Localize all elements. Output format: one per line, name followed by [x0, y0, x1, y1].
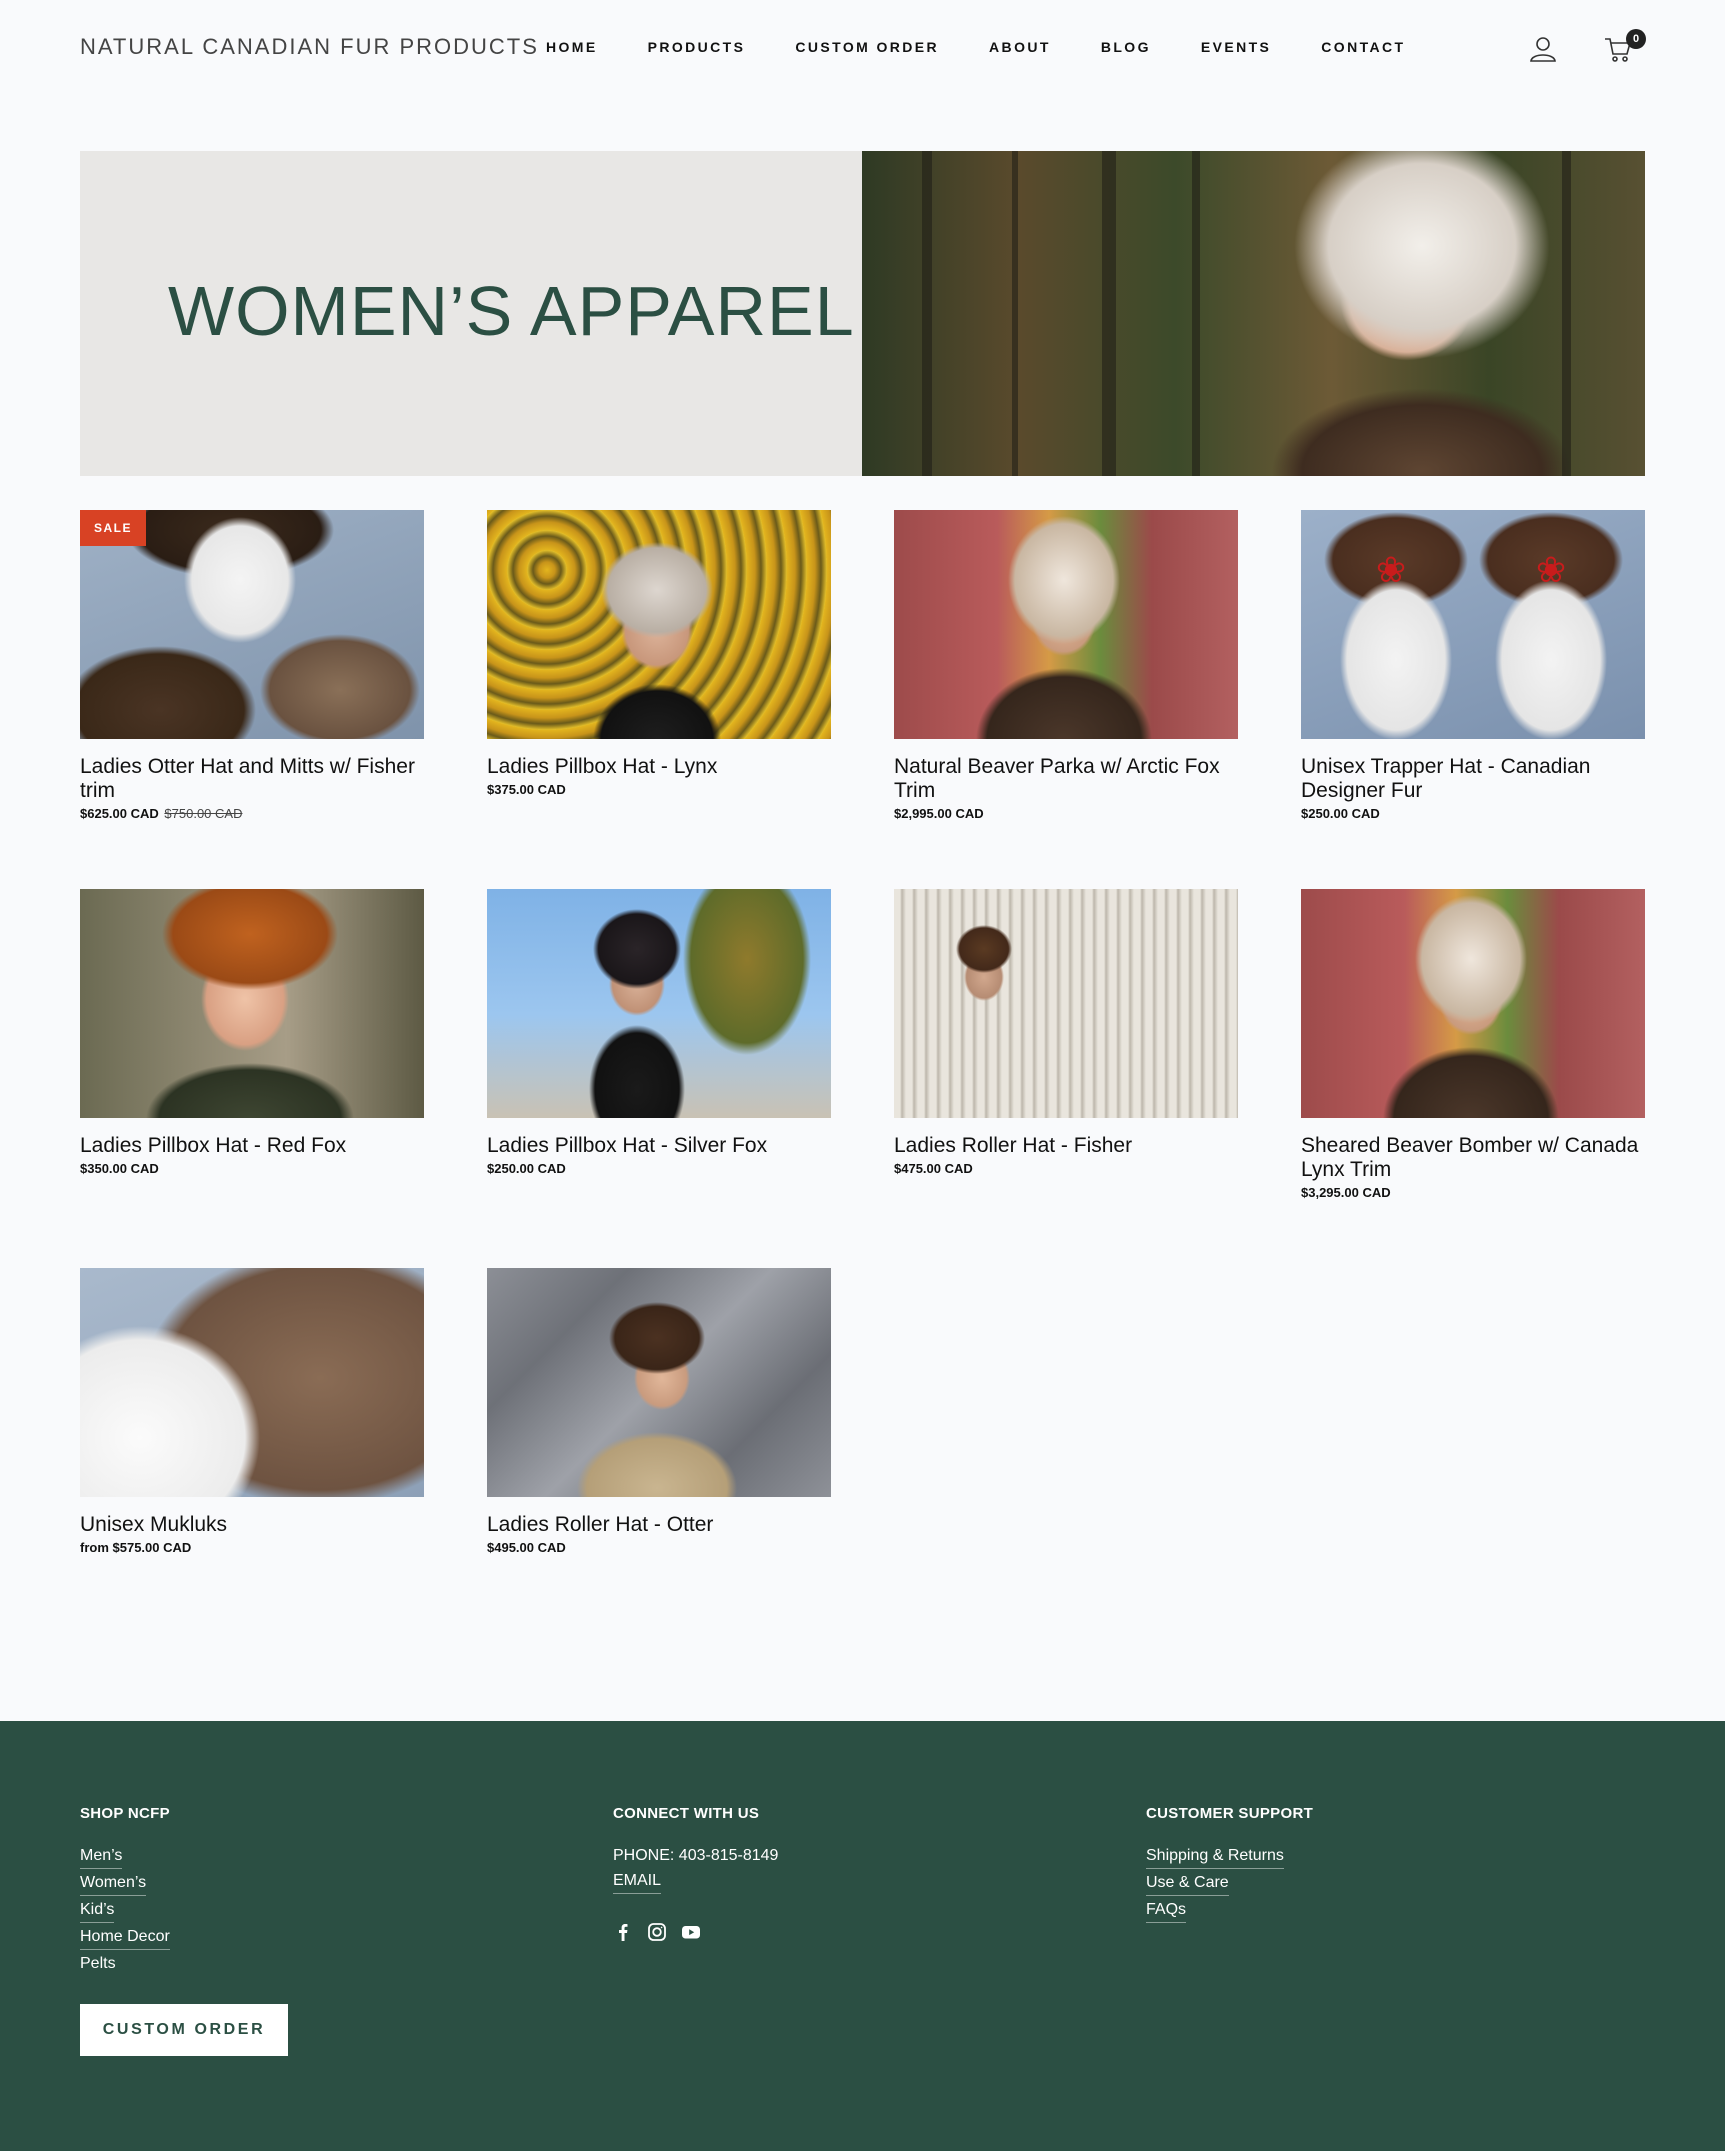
- footer-email-link[interactable]: EMAIL: [613, 1868, 662, 1894]
- collection-title: WOMEN’S APPAREL: [168, 272, 855, 350]
- product-price: $375.00 CAD: [487, 782, 566, 797]
- product-card[interactable]: Ladies Roller Hat - Fisher $475.00 CAD: [894, 889, 1238, 1176]
- product-price: $3,295.00 CAD: [1301, 1185, 1391, 1200]
- footer-link-mens[interactable]: Men’s: [80, 1843, 123, 1869]
- product-name[interactable]: Unisex Mukluks: [80, 1513, 424, 1537]
- product-card[interactable]: SALE Ladies Otter Hat and Mitts w/ Fishe…: [80, 510, 424, 821]
- product-name[interactable]: Ladies Otter Hat and Mitts w/ Fisher tri…: [80, 755, 424, 803]
- product-price: $350.00 CAD: [80, 1161, 159, 1176]
- cart-count-badge: 0: [1626, 29, 1646, 49]
- product-image[interactable]: [894, 510, 1238, 739]
- product-card[interactable]: Unisex Mukluks from $575.00 CAD: [80, 1268, 424, 1555]
- footer-link-home-decor[interactable]: Home Decor: [80, 1924, 170, 1950]
- maple-leaf-icon: ❀: [1375, 549, 1407, 590]
- product-name[interactable]: Unisex Trapper Hat - Canadian Designer F…: [1301, 755, 1645, 803]
- product-price: $625.00 CAD $750.00 CAD: [80, 806, 424, 821]
- footer-phone[interactable]: PHONE: 403-815-8149: [613, 1843, 778, 1868]
- footer-link-womens[interactable]: Women’s: [80, 1870, 147, 1896]
- product-image[interactable]: [487, 510, 831, 739]
- sale-price: $625.00 CAD: [80, 806, 159, 821]
- product-name[interactable]: Sheared Beaver Bomber w/ Canada Lynx Tri…: [1301, 1134, 1645, 1182]
- sale-badge: SALE: [80, 510, 147, 546]
- product-card[interactable]: Ladies Roller Hat - Otter $495.00 CAD: [487, 1268, 831, 1555]
- nav-contact[interactable]: CONTACT: [1321, 39, 1405, 55]
- footer-heading: CUSTOMER SUPPORT: [1146, 1805, 1314, 1822]
- instagram-icon[interactable]: [647, 1922, 667, 1942]
- product-card[interactable]: Ladies Pillbox Hat - Lynx $375.00 CAD: [487, 510, 831, 797]
- account-icon[interactable]: [1528, 34, 1558, 64]
- nav-products[interactable]: PRODUCTS: [648, 39, 746, 55]
- collection-banner: WOMEN’S APPAREL: [80, 151, 1645, 476]
- product-card[interactable]: Ladies Pillbox Hat - Red Fox $350.00 CAD: [80, 889, 424, 1176]
- product-card[interactable]: ❀ ❀ Unisex Trapper Hat - Canadian Design…: [1301, 510, 1645, 821]
- nav-events[interactable]: EVENTS: [1201, 39, 1271, 55]
- nav-blog[interactable]: BLOG: [1101, 39, 1151, 55]
- footer-link-faqs[interactable]: FAQs: [1146, 1897, 1187, 1923]
- product-price: $250.00 CAD: [1301, 806, 1380, 821]
- banner-photo: [862, 151, 1645, 476]
- product-price: $250.00 CAD: [487, 1161, 566, 1176]
- footer-link-kids[interactable]: Kid’s: [80, 1897, 115, 1923]
- product-image[interactable]: [487, 889, 831, 1118]
- site-header: NATURAL CANADIAN FUR PRODUCTS HOME PRODU…: [0, 0, 1725, 96]
- product-name[interactable]: Ladies Pillbox Hat - Lynx: [487, 755, 831, 779]
- footer-heading: SHOP NCFP: [80, 1805, 170, 1822]
- footer-link-shipping-returns[interactable]: Shipping & Returns: [1146, 1843, 1284, 1869]
- product-image[interactable]: [894, 889, 1238, 1118]
- product-image[interactable]: [1301, 889, 1645, 1118]
- product-price: $2,995.00 CAD: [894, 806, 984, 821]
- product-image[interactable]: [80, 889, 424, 1118]
- footer-shop-column: SHOP NCFP Men’s Women’s Kid’s Home Decor…: [80, 1805, 170, 1977]
- nav-about[interactable]: ABOUT: [989, 39, 1051, 55]
- footer-heading: CONNECT WITH US: [613, 1805, 760, 1822]
- product-name[interactable]: Natural Beaver Parka w/ Arctic Fox Trim: [894, 755, 1238, 803]
- product-price: $495.00 CAD: [487, 1540, 566, 1555]
- product-image[interactable]: [80, 1268, 424, 1497]
- product-image[interactable]: SALE: [80, 510, 424, 739]
- footer-link-pelts[interactable]: Pelts: [80, 1951, 116, 1976]
- product-price: from $575.00 CAD: [80, 1540, 192, 1555]
- nav-custom-order[interactable]: CUSTOM ORDER: [795, 39, 939, 55]
- product-name[interactable]: Ladies Pillbox Hat - Silver Fox: [487, 1134, 831, 1158]
- product-price: $475.00 CAD: [894, 1161, 973, 1176]
- social-links: [613, 1922, 778, 1942]
- product-card[interactable]: Natural Beaver Parka w/ Arctic Fox Trim …: [894, 510, 1238, 821]
- product-name[interactable]: Ladies Roller Hat - Fisher: [894, 1134, 1238, 1158]
- footer-connect-column: CONNECT WITH US PHONE: 403-815-8149 EMAI…: [613, 1805, 778, 1942]
- product-card[interactable]: Sheared Beaver Bomber w/ Canada Lynx Tri…: [1301, 889, 1645, 1200]
- maple-leaf-icon: ❀: [1535, 549, 1567, 590]
- product-image[interactable]: ❀ ❀: [1301, 510, 1645, 739]
- product-name[interactable]: Ladies Roller Hat - Otter: [487, 1513, 831, 1537]
- main-nav: HOME PRODUCTS CUSTOM ORDER ABOUT BLOG EV…: [546, 39, 1456, 55]
- footer-support-column: CUSTOMER SUPPORT Shipping & Returns Use …: [1146, 1805, 1313, 1924]
- nav-home[interactable]: HOME: [546, 39, 598, 55]
- original-price: $750.00 CAD: [164, 806, 243, 821]
- site-footer: SHOP NCFP Men’s Women’s Kid’s Home Decor…: [0, 1721, 1725, 2151]
- product-image[interactable]: [487, 1268, 831, 1497]
- custom-order-button[interactable]: CUSTOM ORDER: [80, 2004, 288, 2056]
- footer-link-use-care[interactable]: Use & Care: [1146, 1870, 1229, 1896]
- brand-logo[interactable]: NATURAL CANADIAN FUR PRODUCTS: [80, 34, 539, 60]
- product-name[interactable]: Ladies Pillbox Hat - Red Fox: [80, 1134, 424, 1158]
- product-card[interactable]: Ladies Pillbox Hat - Silver Fox $250.00 …: [487, 889, 831, 1176]
- youtube-icon[interactable]: [681, 1922, 701, 1942]
- facebook-icon[interactable]: [613, 1922, 633, 1942]
- banner-text-panel: WOMEN’S APPAREL: [80, 151, 862, 476]
